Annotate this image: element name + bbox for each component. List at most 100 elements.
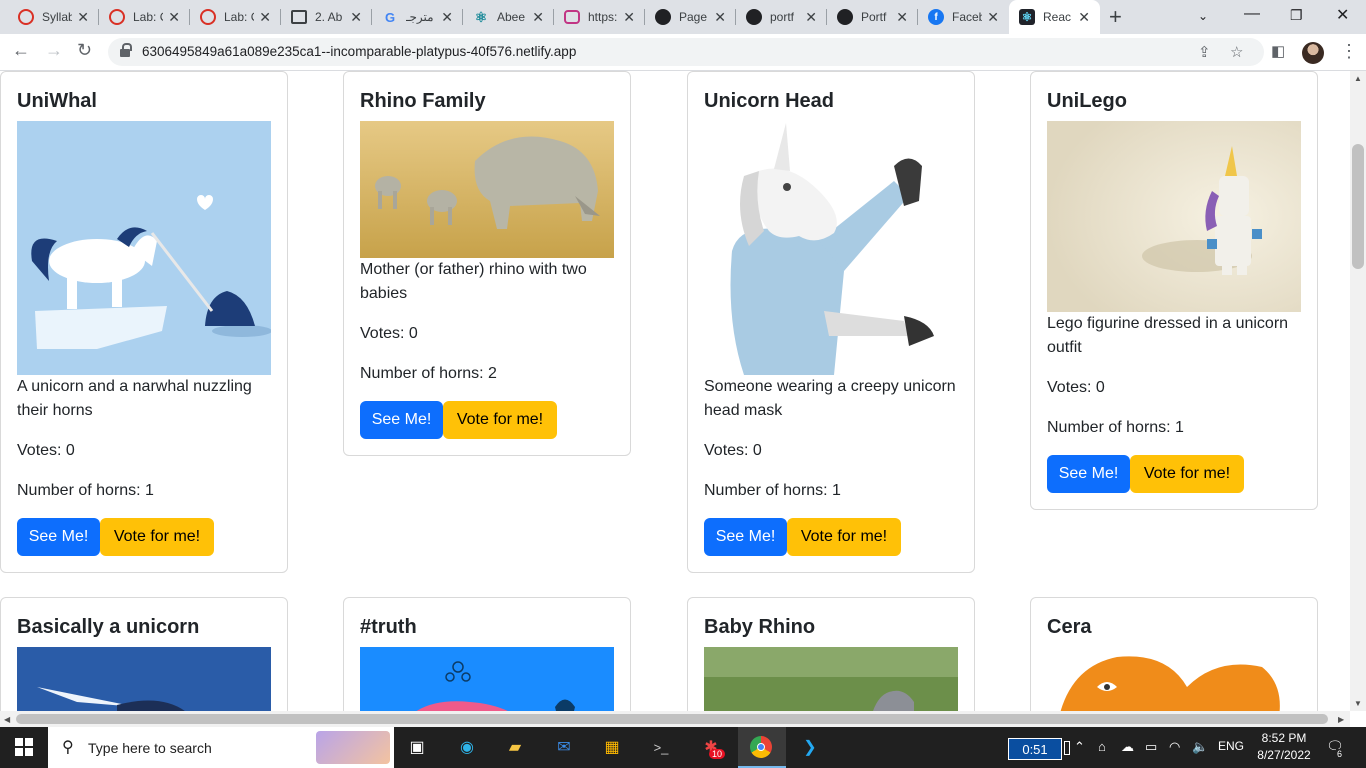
scroll-thumb[interactable] (16, 714, 1328, 724)
mail-icon[interactable]: ✉ (552, 735, 576, 759)
tab[interactable]: portf ✕ (736, 0, 827, 34)
tab[interactable]: f Faceb ✕ (918, 0, 1009, 34)
close-icon[interactable]: ✕ (805, 9, 817, 26)
close-icon[interactable]: ✕ (350, 9, 362, 26)
chevron-up-icon[interactable]: ⌃ (1074, 739, 1085, 755)
scroll-right-icon[interactable]: ▶ (1338, 715, 1344, 724)
close-icon[interactable]: ✕ (259, 9, 271, 26)
lock-icon (120, 43, 132, 57)
task-view-icon[interactable]: ▣ (405, 735, 429, 759)
tab[interactable]: G مترجـ ✕ (372, 0, 463, 34)
close-icon[interactable]: ✕ (1078, 9, 1090, 26)
vote-button[interactable]: Vote for me! (787, 518, 901, 556)
see-me-button[interactable]: See Me! (704, 518, 787, 556)
tab-title: Abee (497, 10, 526, 24)
terminal-icon[interactable]: >_ (649, 735, 673, 759)
card-image[interactable] (360, 647, 614, 711)
side-panel-icon[interactable]: ◧ (1271, 42, 1285, 60)
edge-icon[interactable]: ◉ (455, 735, 479, 759)
tab[interactable]: Page ✕ (645, 0, 736, 34)
vote-button[interactable]: Vote for me! (100, 518, 214, 556)
tab-title: Lab: C (224, 10, 254, 24)
clock-date[interactable]: 8/27/2022 (1252, 748, 1316, 762)
see-me-button[interactable]: See Me! (17, 518, 100, 556)
search-highlight-image (316, 731, 390, 764)
tab-title: مترجـ (406, 10, 434, 24)
see-me-button[interactable]: See Me! (360, 401, 443, 439)
close-icon[interactable]: ✕ (623, 9, 635, 26)
card-image[interactable] (17, 647, 271, 711)
horizontal-scrollbar[interactable]: ◀ ▶ (0, 711, 1350, 727)
chrome-taskbar-button[interactable] (738, 727, 786, 768)
address-bar[interactable]: 6306495849a61a089e235ca1--incomparable-p… (108, 38, 1264, 66)
more-menu-icon[interactable]: ⋮ (1340, 41, 1358, 62)
cloud-icon[interactable]: ☁ (1121, 739, 1134, 755)
battery-status-icon[interactable]: ▭ (1145, 739, 1157, 755)
url-text: 6306495849a61a089e235ca1--incomparable-p… (142, 44, 577, 59)
card-image[interactable] (704, 121, 958, 375)
minimize-icon[interactable]: — (1244, 5, 1260, 23)
scroll-left-icon[interactable]: ◀ (4, 715, 10, 724)
reload-icon[interactable]: ↻ (77, 40, 92, 61)
forward-icon[interactable]: → (45, 40, 63, 61)
new-tab-icon[interactable]: + (1109, 4, 1122, 30)
page-content: UniWhal A unicorn and a narwhal nuzzling… (0, 71, 1350, 711)
close-icon[interactable]: ✕ (896, 9, 908, 26)
close-icon[interactable]: ✕ (714, 9, 726, 26)
see-me-button[interactable]: See Me! (1047, 455, 1130, 493)
red-ring-icon (18, 9, 34, 25)
close-icon[interactable]: ✕ (987, 9, 999, 26)
card-image[interactable] (704, 647, 958, 711)
restore-icon[interactable]: ❐ (1290, 7, 1303, 24)
card-votes: Votes: 0 (1047, 379, 1105, 396)
tab[interactable]: Lab: C ✕ (99, 0, 190, 34)
back-icon[interactable]: ← (12, 40, 30, 61)
tab[interactable]: ⚛ Abee ✕ (463, 0, 554, 34)
tab[interactable]: https: ✕ (554, 0, 645, 34)
tab[interactable]: Portf ✕ (827, 0, 918, 34)
facebook-icon: f (928, 9, 944, 25)
search-placeholder: Type here to search (88, 739, 212, 756)
language-indicator[interactable]: ENG (1218, 739, 1244, 753)
wifi-icon[interactable]: ◠ (1169, 739, 1180, 755)
windows-start-icon[interactable] (12, 735, 36, 759)
card-image[interactable] (17, 121, 271, 375)
card-image[interactable] (360, 121, 614, 258)
book-icon (291, 10, 307, 24)
close-icon[interactable]: ✕ (77, 9, 89, 26)
tab-title: portf (770, 10, 795, 24)
card-title: Basically a unicorn (17, 616, 200, 638)
vote-button[interactable]: Vote for me! (443, 401, 557, 439)
chevron-down-icon[interactable]: ⌄ (1198, 9, 1208, 23)
avatar[interactable] (1302, 42, 1324, 64)
card-image[interactable] (1047, 647, 1301, 711)
device-icon[interactable]: ⌂ (1098, 739, 1106, 754)
red-ring-icon (200, 9, 216, 25)
close-icon[interactable]: ✕ (532, 9, 544, 26)
scroll-down-icon[interactable]: ▼ (1354, 699, 1362, 708)
scroll-up-icon[interactable]: ▲ (1354, 74, 1362, 83)
close-icon[interactable]: ✕ (441, 9, 453, 26)
tab-strip: Syllab ✕ Lab: C ✕ Lab: C ✕ 2. Ab ✕ G متر… (0, 0, 1366, 34)
bookmark-star-icon[interactable]: ☆ (1230, 43, 1243, 61)
store-icon[interactable]: ▦ (600, 735, 624, 759)
vertical-scrollbar[interactable]: ▲ ▼ (1350, 71, 1366, 711)
scroll-thumb[interactable] (1352, 144, 1364, 269)
tab[interactable]: 2. Ab ✕ (281, 0, 372, 34)
close-window-icon[interactable]: ✕ (1336, 5, 1349, 25)
card-image[interactable] (1047, 121, 1301, 312)
share-icon[interactable]: ⇪ (1198, 43, 1211, 61)
file-explorer-icon[interactable]: ▰ (503, 735, 527, 759)
github-icon (746, 9, 762, 25)
vote-button[interactable]: Vote for me! (1130, 455, 1244, 493)
tab-active[interactable]: ⚛ Reac ✕ (1009, 0, 1100, 34)
volume-icon[interactable]: 🔈 (1192, 739, 1208, 755)
taskbar-search-input[interactable]: ⚲ Type here to search (48, 727, 394, 768)
close-icon[interactable]: ✕ (168, 9, 180, 26)
tab[interactable]: Syllab ✕ (8, 0, 99, 34)
vscode-icon[interactable]: ❯ (798, 735, 822, 759)
tab-title: Page (679, 10, 708, 24)
tab[interactable]: Lab: C ✕ (190, 0, 281, 34)
clock-time[interactable]: 8:52 PM (1258, 731, 1310, 745)
timer-widget[interactable]: 0:51 (1008, 738, 1062, 760)
